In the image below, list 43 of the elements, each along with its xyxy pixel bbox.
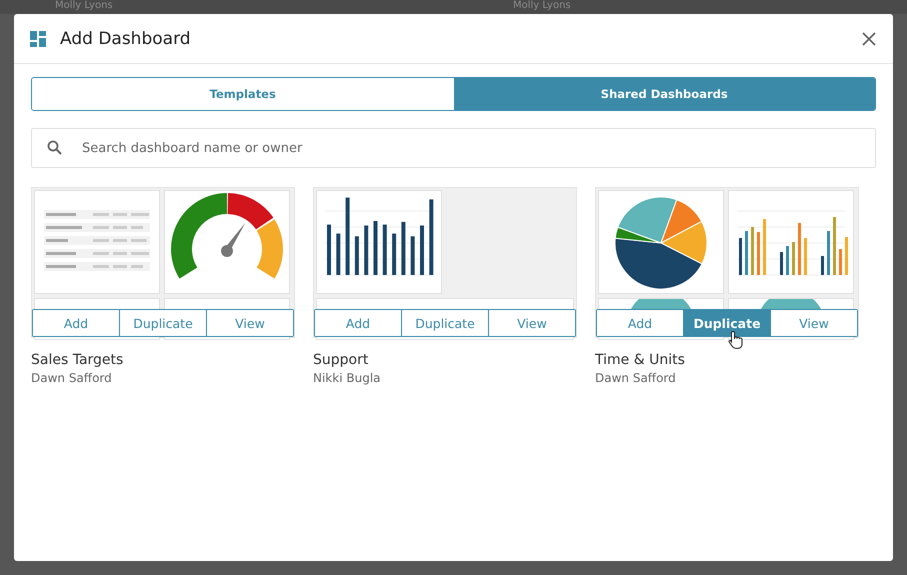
dashboard-owner: Nikki Bugla [313, 371, 382, 385]
dashboard-name: Sales Targets [31, 352, 124, 368]
dashboard-owner: Dawn Safford [595, 371, 677, 385]
chart-bar [804, 238, 807, 275]
chart-bar [354, 236, 359, 275]
dashboard-icon [30, 30, 46, 46]
chart-bar [821, 256, 824, 275]
chart-bar [374, 221, 378, 275]
chart-bar [792, 242, 795, 275]
backdrop-text: Molly Lyons [513, 0, 571, 12]
dashboard-name: Support [313, 352, 370, 368]
chart-bar [839, 249, 842, 275]
dashboard-owner: Dawn Safford [31, 371, 113, 385]
chart-bar [410, 236, 415, 275]
chart-bar [420, 226, 424, 275]
chart-bar [763, 219, 766, 275]
chart-bar [401, 222, 406, 275]
chart-bar [336, 234, 340, 275]
chart-bar [845, 237, 848, 275]
chart-bar [751, 227, 754, 275]
chart-bar [780, 252, 783, 275]
chart-bar [833, 217, 836, 275]
card-button[interactable]: View [206, 310, 293, 336]
chart-bar [364, 226, 368, 275]
chart-bar [382, 224, 387, 275]
chart-bar [745, 231, 748, 275]
chart-bar [392, 234, 396, 275]
search-field[interactable]: Search dashboard name or owner [31, 128, 876, 168]
donut-chart-drawing [631, 299, 691, 309]
chart-bar [757, 232, 760, 275]
card-button[interactable]: View [770, 310, 857, 336]
dialog-title: Add Dashboard [60, 28, 192, 48]
chart-bar [327, 224, 331, 275]
chart-bar [786, 246, 789, 275]
dashboard-name: Time & Units [595, 352, 686, 368]
chart-bar [739, 238, 742, 275]
chart-bar [798, 223, 801, 275]
donut-chart-drawing [761, 299, 821, 309]
backdrop-text: Molly Lyons [55, 0, 113, 12]
card-button[interactable]: View [488, 310, 575, 336]
tab[interactable]: Shared Dashboards [454, 78, 875, 110]
close-icon[interactable] [861, 30, 877, 46]
chart-bar [827, 231, 830, 275]
